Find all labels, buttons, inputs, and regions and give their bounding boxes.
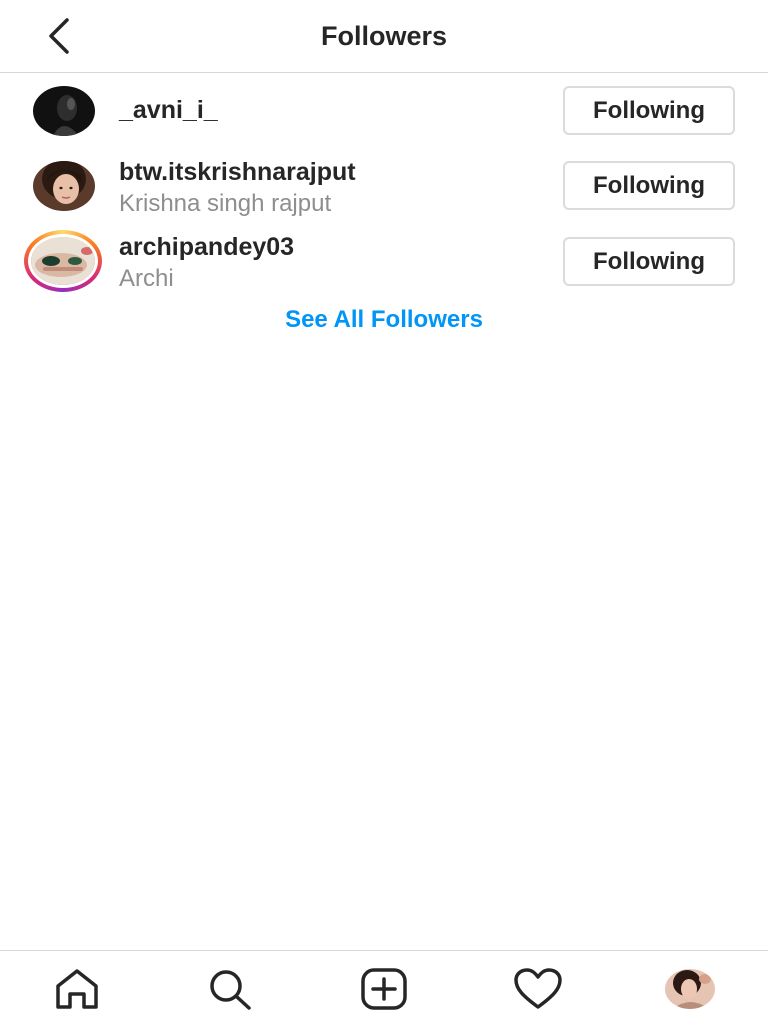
list-item[interactable]: btw.itskrishnarajput Krishna singh rajpu… [0,148,768,223]
full-name: Archi [119,265,174,292]
following-button[interactable]: Following [563,86,735,135]
nav-activity[interactable] [508,961,568,1017]
list-item[interactable]: _avni_i_ Following [0,73,768,148]
avatar-photo [31,237,95,285]
following-button[interactable]: Following [563,237,735,286]
new-post-icon [361,968,407,1010]
bottom-nav [0,950,768,1024]
top-bar: Followers [0,0,768,73]
profile-avatar [665,969,715,1009]
heart-icon [514,968,562,1009]
avatar[interactable] [33,86,95,136]
nav-search[interactable] [200,961,260,1017]
nav-profile[interactable] [660,961,720,1017]
nav-new-post[interactable] [354,961,414,1017]
followers-screen: Followers _avni_i_ Following btw.itskris… [0,0,768,1024]
chevron-left-icon [49,18,69,54]
back-button[interactable] [30,12,86,60]
avatar [28,234,98,288]
nav-home[interactable] [47,961,107,1017]
username[interactable]: _avni_i_ [119,96,218,125]
username[interactable]: btw.itskrishnarajput [119,158,356,187]
full-name: Krishna singh rajput [119,190,332,217]
list-item[interactable]: archipandey03 Archi Following [0,223,768,298]
page-title: Followers [320,21,448,51]
search-icon [210,970,251,1010]
avatar[interactable] [33,161,95,211]
avatar-photo [33,86,95,136]
see-all-followers-link[interactable]: See All Followers [0,306,768,334]
username[interactable]: archipandey03 [119,233,294,262]
following-button[interactable]: Following [563,161,735,210]
avatar-photo [665,969,715,1009]
home-icon [56,969,98,1009]
avatar-story-ring[interactable] [24,230,102,292]
avatar-photo [33,161,95,211]
